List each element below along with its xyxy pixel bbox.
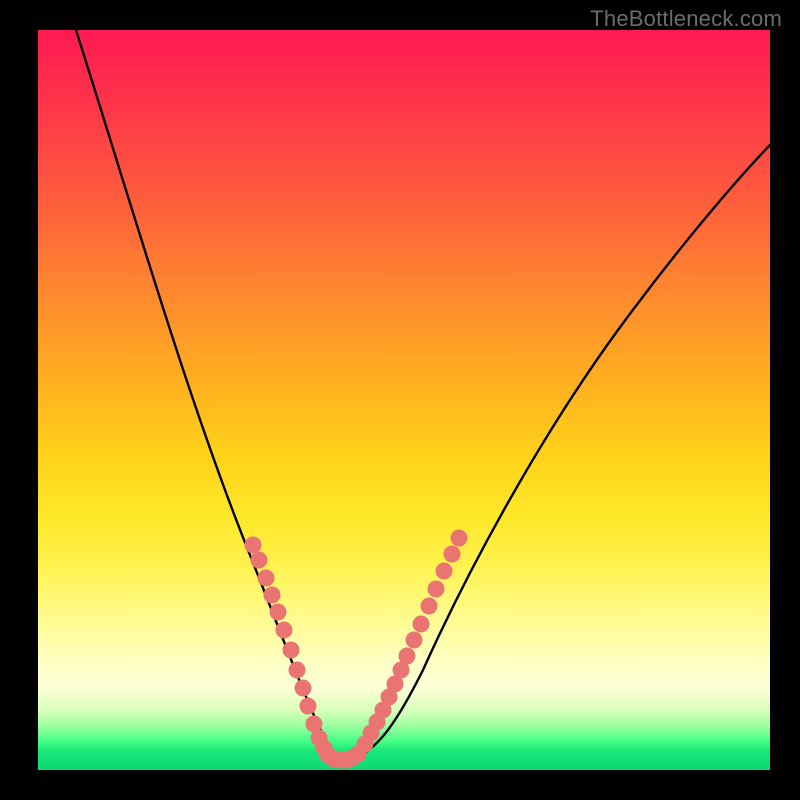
bottleneck-curve xyxy=(76,30,770,759)
scatter-marker xyxy=(444,546,461,563)
scatter-marker xyxy=(451,530,468,547)
scatter-marker xyxy=(295,680,312,697)
scatter-marker xyxy=(245,537,262,554)
scatter-marker xyxy=(283,642,300,659)
scatter-marker xyxy=(276,622,293,639)
scatter-marker xyxy=(406,632,423,649)
plot-area xyxy=(38,30,770,770)
watermark-text: TheBottleneck.com xyxy=(590,6,782,32)
chart-svg xyxy=(38,30,770,770)
scatter-marker xyxy=(289,662,306,679)
scatter-marker xyxy=(264,587,281,604)
scatter-marker xyxy=(270,604,287,621)
scatter-marker xyxy=(399,648,416,665)
scatter-marker xyxy=(258,570,275,587)
chart-frame: TheBottleneck.com xyxy=(0,0,800,800)
scatter-marker xyxy=(251,552,268,569)
scatter-marker xyxy=(436,563,453,580)
scatter-marker xyxy=(413,616,430,633)
markers-right-branch xyxy=(357,530,468,753)
markers-left-branch xyxy=(245,537,333,757)
scatter-marker xyxy=(421,598,438,615)
scatter-marker xyxy=(300,698,317,715)
scatter-marker xyxy=(428,581,445,598)
